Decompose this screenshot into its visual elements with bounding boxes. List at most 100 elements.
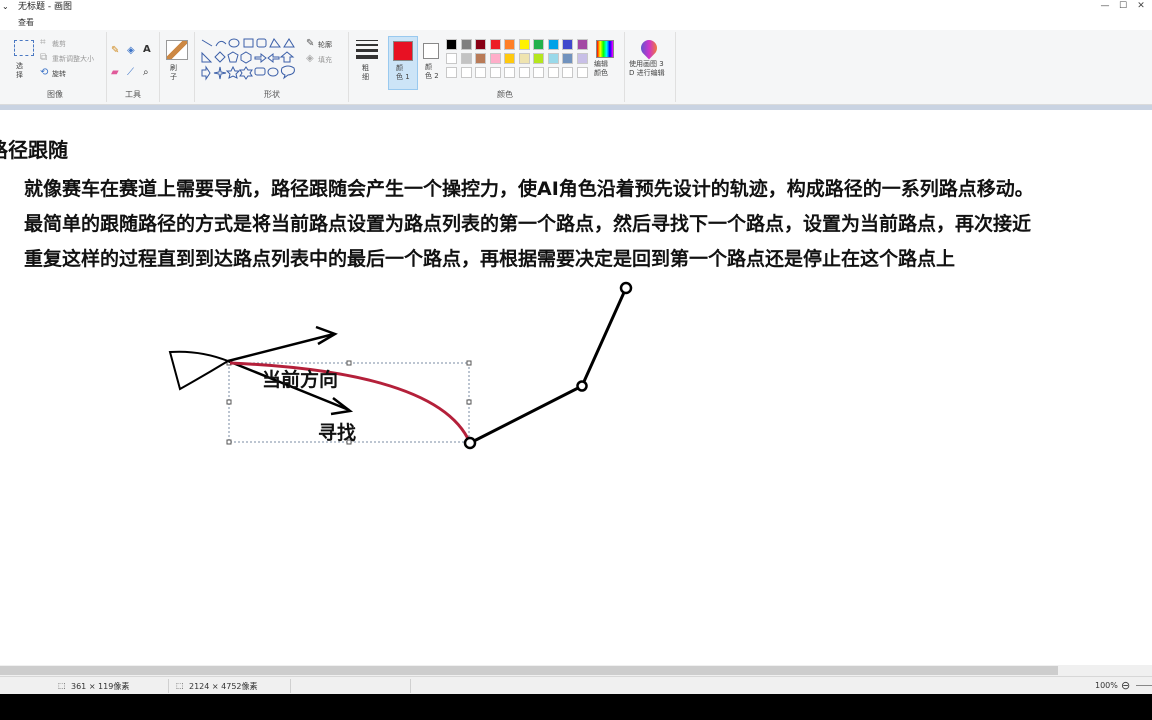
- rotate-button[interactable]: 旋转: [52, 69, 66, 79]
- palette-swatch[interactable]: [475, 53, 486, 64]
- current-direction-arrow: [227, 325, 338, 363]
- palette-swatch[interactable]: [446, 39, 457, 50]
- path-following-diagram: [168, 281, 633, 450]
- label-current-direction: 当前方向: [262, 369, 339, 391]
- outline-icon: ✎: [306, 38, 315, 49]
- close-button[interactable]: ✕: [1134, 0, 1148, 12]
- magnifier-icon[interactable]: ⌕: [143, 68, 149, 78]
- palette-swatch[interactable]: [576, 39, 588, 50]
- palette-swatch[interactable]: [547, 39, 559, 50]
- palette-swatch[interactable]: [518, 53, 530, 64]
- color-picker-icon[interactable]: ⟋: [127, 68, 134, 78]
- tab-view[interactable]: 查看: [18, 17, 34, 28]
- vehicle-shape: [168, 350, 231, 391]
- palette-swatch[interactable]: [518, 39, 530, 50]
- color1-button[interactable]: 颜 色 1: [388, 36, 418, 90]
- pencil-icon[interactable]: ✎: [111, 46, 119, 56]
- fill-bucket-icon[interactable]: ◈: [127, 46, 135, 56]
- zoom-slider[interactable]: [1136, 685, 1152, 686]
- palette-swatch[interactable]: [446, 67, 457, 78]
- zoom-level: 100%: [1095, 681, 1118, 690]
- color1-label: 颜 色 1: [396, 64, 410, 81]
- palette-swatch[interactable]: [533, 67, 544, 78]
- label-seek: 寻找: [318, 422, 357, 444]
- palette-swatch[interactable]: [518, 67, 530, 78]
- quick-access-dropdown[interactable]: ⌄: [2, 2, 12, 12]
- scrollbar-thumb[interactable]: [0, 666, 1058, 675]
- colors-group-label: 颜色: [497, 90, 513, 99]
- palette-swatch[interactable]: [562, 39, 573, 50]
- paint3d-label: 使用画图 3 D 进行编辑: [629, 60, 665, 77]
- select-icon: [14, 40, 34, 56]
- fill-icon: ◈: [306, 53, 314, 64]
- palette-swatch[interactable]: [576, 53, 588, 64]
- eraser-icon[interactable]: ▰: [111, 68, 119, 78]
- color2-label: 颜 色 2: [425, 63, 439, 80]
- palette-swatch[interactable]: [562, 53, 573, 64]
- resize-button[interactable]: 重新调整大小: [52, 54, 94, 64]
- line-width-icon: [356, 40, 378, 59]
- maximize-button[interactable]: ☐: [1116, 0, 1130, 12]
- fill-button[interactable]: 填充: [318, 55, 332, 65]
- palette-swatch[interactable]: [460, 53, 472, 64]
- status-bar: ⬚ 361 × 119像素 ⬚ 2124 × 4752像素 100% ⊖: [0, 676, 1152, 695]
- selection-size: 361 × 119像素: [71, 682, 130, 691]
- ribbon-tab-bar: 查看: [0, 16, 1152, 30]
- color2-swatch: [423, 43, 439, 59]
- window-controls: — ☐ ✕: [1098, 0, 1148, 14]
- palette-swatch[interactable]: [460, 67, 472, 78]
- palette-swatch[interactable]: [446, 53, 457, 64]
- crop-button[interactable]: 裁剪: [52, 39, 66, 49]
- ribbon: 选 择 ⌗ 裁剪 ⧉ 重新调整大小 ⟲ 旋转 图像 ✎ ◈ A ▰ ⟋ ⌕ 工具…: [0, 30, 1152, 105]
- color-wheel-icon: [596, 40, 614, 58]
- brush-button[interactable]: 刷 子: [164, 38, 190, 88]
- brush-label: 刷 子: [170, 64, 177, 81]
- color-palette: [446, 39, 596, 81]
- palette-swatch[interactable]: [489, 39, 501, 50]
- image-group: 选 择 ⌗ 裁剪 ⧉ 重新调整大小 ⟲ 旋转 图像: [4, 32, 107, 102]
- window-title: 无标题 - 画图: [18, 2, 72, 12]
- palette-swatch[interactable]: [475, 39, 486, 50]
- palette-swatch[interactable]: [533, 39, 544, 50]
- image-size: 2124 × 4752像素: [189, 682, 258, 691]
- horizontal-scrollbar[interactable]: [0, 665, 1152, 676]
- palette-swatch[interactable]: [504, 67, 515, 78]
- waypoint-3: [619, 281, 633, 295]
- paint3d-button[interactable]: 使用画图 3 D 进行编辑: [627, 36, 673, 88]
- palette-swatch[interactable]: [475, 67, 486, 78]
- title-bar: ⌄ 无标题 - 画图 — ☐ ✕: [0, 0, 1152, 16]
- size-group: 粗 细: [350, 32, 384, 102]
- drawing-canvas[interactable]: 路径跟随 就像赛车在赛道上需要导航，路径跟随会产生一个操控力，使AI角色沿着预先…: [0, 110, 1152, 665]
- palette-swatch[interactable]: [576, 67, 588, 78]
- size-button[interactable]: 粗 细: [354, 38, 380, 88]
- tools-group: ✎ ◈ A ▰ ⟋ ⌕ 工具: [107, 32, 160, 102]
- select-button[interactable]: 选 择: [8, 36, 38, 86]
- palette-swatch[interactable]: [504, 53, 515, 64]
- text-tool-icon[interactable]: A: [143, 45, 151, 55]
- waypoint-2: [576, 380, 588, 392]
- paint3d-group: 使用画图 3 D 进行编辑: [625, 32, 676, 102]
- shapes-gallery[interactable]: [200, 38, 300, 82]
- paint3d-icon: [637, 36, 661, 60]
- palette-swatch[interactable]: [489, 53, 501, 64]
- colors-group: 颜 色 1 颜 色 2 编辑 颜色 颜色: [386, 32, 625, 102]
- shapes-group-label: 形状: [264, 90, 280, 99]
- outline-button[interactable]: 轮廓: [318, 40, 332, 50]
- size-label: 粗 细: [362, 64, 369, 81]
- waypoint-1: [463, 436, 477, 450]
- crop-icon: ⌗: [40, 37, 46, 48]
- palette-swatch[interactable]: [562, 67, 573, 78]
- palette-swatch[interactable]: [547, 53, 559, 64]
- palette-swatch[interactable]: [489, 67, 501, 78]
- palette-swatch[interactable]: [533, 53, 544, 64]
- tools-group-label: 工具: [125, 90, 141, 99]
- zoom-out-button[interactable]: ⊖: [1121, 679, 1130, 692]
- palette-swatch[interactable]: [504, 39, 515, 50]
- color2-button[interactable]: 颜 色 2: [418, 36, 446, 88]
- palette-swatch[interactable]: [460, 39, 472, 50]
- edit-colors-button[interactable]: 编辑 颜色: [590, 38, 620, 88]
- video-letterbox: [0, 694, 1152, 720]
- palette-swatch[interactable]: [547, 67, 559, 78]
- minimize-button[interactable]: —: [1098, 0, 1112, 12]
- shapes-group: ✎ 轮廓 ◈ 填充 形状: [196, 32, 349, 102]
